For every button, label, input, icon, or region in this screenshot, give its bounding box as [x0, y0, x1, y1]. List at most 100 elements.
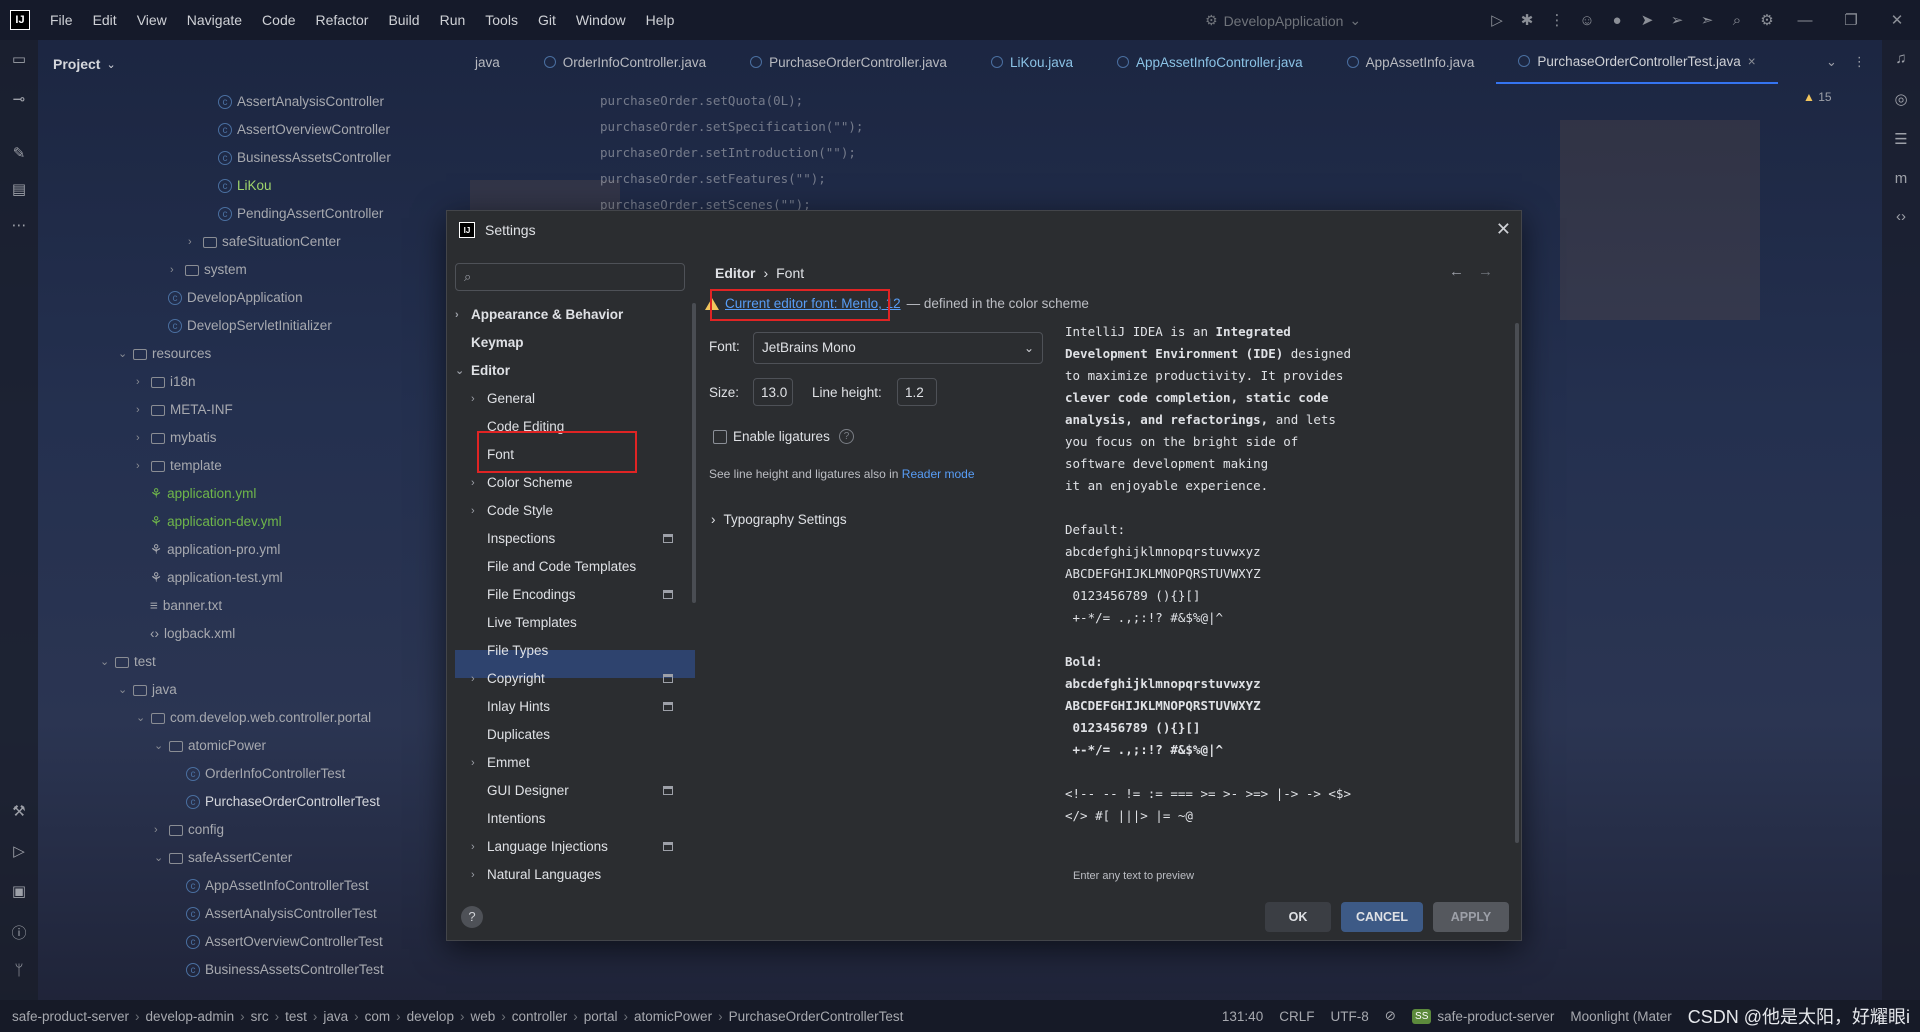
- caret-position[interactable]: 131:40: [1222, 1009, 1263, 1024]
- menu-view[interactable]: View: [137, 12, 167, 28]
- intellij-logo-icon[interactable]: IJ: [10, 10, 30, 30]
- breadcrumb-item[interactable]: safe-product-server: [12, 1009, 129, 1024]
- breadcrumb-item[interactable]: portal: [584, 1009, 618, 1024]
- database-icon[interactable]: ☰: [1891, 130, 1911, 150]
- tree-item[interactable]: c BusinessAssetsControllerTest: [186, 956, 384, 984]
- breadcrumb-item[interactable]: test: [285, 1009, 307, 1024]
- breadcrumb-item[interactable]: develop: [407, 1009, 454, 1024]
- nav-inlay-hints[interactable]: Inlay Hints: [487, 693, 707, 721]
- code-with-me-icon[interactable]: ‹›: [1891, 208, 1911, 228]
- line-height-input[interactable]: [897, 378, 937, 406]
- breadcrumb-item[interactable]: atomicPower: [634, 1009, 712, 1024]
- tree-item[interactable]: c LiKou: [218, 172, 272, 200]
- apply-button[interactable]: APPLY: [1433, 902, 1509, 932]
- tree-item[interactable]: ⚘ application.yml: [150, 480, 256, 508]
- tree-item[interactable]: c AssertAnalysisController: [218, 88, 384, 116]
- nav-natural-languages[interactable]: › Natural Languages: [471, 861, 601, 889]
- tree-item[interactable]: c PurchaseOrderControllerTest: [186, 788, 380, 816]
- tree-item[interactable]: ⚘ application-pro.yml: [150, 536, 280, 564]
- problems-icon[interactable]: ⓘ: [9, 922, 29, 942]
- nav-color-scheme[interactable]: › Color Scheme: [471, 469, 573, 497]
- project-name[interactable]: safe-product-server: [1437, 1009, 1554, 1024]
- run-config-selector[interactable]: ⚙ DevelopApplication ⌄: [1205, 12, 1361, 29]
- help-button[interactable]: ?: [461, 906, 483, 928]
- font-preview[interactable]: IntelliJ IDEA is an Integrated Developme…: [1057, 321, 1517, 896]
- tree-item[interactable]: c AssertOverviewControllerTest: [186, 928, 383, 956]
- size-input[interactable]: [753, 378, 793, 406]
- help-icon[interactable]: ?: [839, 429, 854, 444]
- breadcrumb-item[interactable]: com: [365, 1009, 391, 1024]
- menu-edit[interactable]: Edit: [93, 12, 117, 28]
- tree-item[interactable]: c AssertOverviewController: [218, 116, 390, 144]
- commit-icon[interactable]: ⊸: [9, 90, 29, 110]
- breadcrumb-parent[interactable]: Editor: [715, 265, 755, 281]
- readonly-icon[interactable]: ⊘: [1385, 1008, 1396, 1024]
- menu-tools[interactable]: Tools: [485, 12, 518, 28]
- nav-general[interactable]: › General: [471, 385, 535, 413]
- tree-item[interactable]: ⌄ resources: [118, 340, 211, 368]
- tree-item[interactable]: ⌄ atomicPower: [154, 732, 266, 760]
- run-icon[interactable]: ▷: [1482, 11, 1512, 29]
- send-disabled-icon[interactable]: ➣: [1692, 11, 1722, 29]
- tree-item[interactable]: ⌄ com.develop.web.controller.portal: [136, 704, 371, 732]
- debug-icon[interactable]: ✱: [1512, 11, 1542, 29]
- back-arrow-icon[interactable]: ←: [1449, 263, 1464, 280]
- tab-orderinfocontroller[interactable]: OrderInfoController.java: [522, 40, 728, 84]
- nav-code-style[interactable]: › Code Style: [471, 497, 553, 525]
- tree-item[interactable]: › template: [136, 452, 222, 480]
- tree-item[interactable]: › config: [154, 816, 224, 844]
- code-editor[interactable]: purchaseOrder.setQuota(0L); purchaseOrde…: [600, 88, 1400, 218]
- tree-item[interactable]: › safeSituationCenter: [188, 228, 341, 256]
- tree-item[interactable]: › system: [170, 256, 247, 284]
- tab-likou[interactable]: LiKou.java: [969, 40, 1095, 84]
- nav-file-types[interactable]: File Types: [487, 637, 548, 665]
- nav-intentions[interactable]: Intentions: [487, 805, 546, 833]
- nav-duplicates[interactable]: Duplicates: [487, 721, 550, 749]
- tree-item[interactable]: c DevelopApplication: [168, 284, 303, 312]
- tree-item[interactable]: › i18n: [136, 368, 196, 396]
- cancel-button[interactable]: CANCEL: [1341, 902, 1423, 932]
- tree-item[interactable]: ⌄ safeAssertCenter: [154, 844, 292, 872]
- tree-item[interactable]: ⚘ application-dev.yml: [150, 508, 282, 536]
- nav-copyright[interactable]: › Copyright: [471, 665, 691, 693]
- menu-run[interactable]: Run: [440, 12, 466, 28]
- notifications-icon[interactable]: ♫: [1891, 50, 1911, 70]
- ai-assistant-icon[interactable]: ◎: [1891, 90, 1911, 110]
- chevron-down-icon[interactable]: ⌄: [1826, 54, 1837, 70]
- nav-inspections[interactable]: Inspections: [487, 525, 707, 553]
- structure-icon[interactable]: ▤: [9, 180, 29, 200]
- tree-item[interactable]: ‹› logback.xml: [150, 620, 235, 648]
- tree-item[interactable]: ≡ banner.txt: [150, 592, 222, 620]
- close-icon[interactable]: ×: [1748, 54, 1756, 69]
- send-icon[interactable]: ➤: [1632, 11, 1662, 29]
- nav-file-encodings[interactable]: File Encodings: [487, 581, 707, 609]
- project-panel-header[interactable]: Project ⌄: [38, 40, 448, 88]
- breadcrumb-item[interactable]: java: [323, 1009, 348, 1024]
- status-dot-icon[interactable]: ●: [1602, 12, 1632, 29]
- breadcrumb-item[interactable]: src: [251, 1009, 269, 1024]
- settings-search-input[interactable]: [484, 267, 679, 287]
- build-icon[interactable]: ⚒: [9, 802, 29, 822]
- tree-item[interactable]: c AssertAnalysisControllerTest: [186, 900, 377, 928]
- more-icon[interactable]: ⋮: [1853, 54, 1866, 70]
- tab-appassetinfo[interactable]: AppAssetInfo.java: [1325, 40, 1497, 84]
- line-separator[interactable]: CRLF: [1279, 1009, 1314, 1024]
- settings-icon[interactable]: ⚙: [1752, 11, 1782, 29]
- ok-button[interactable]: OK: [1265, 902, 1331, 932]
- minimize-icon[interactable]: —: [1782, 12, 1828, 29]
- nav-file-code-templates[interactable]: File and Code Templates: [487, 553, 636, 581]
- git-icon[interactable]: ᛘ: [9, 962, 29, 982]
- more-tools-icon[interactable]: ⋯: [9, 216, 29, 236]
- tab-purchaseordercontrollertest[interactable]: PurchaseOrderControllerTest.java ×: [1496, 40, 1778, 84]
- tree-item[interactable]: c PendingAssertController: [218, 200, 383, 228]
- breadcrumb-item[interactable]: develop-admin: [146, 1009, 235, 1024]
- tree-item[interactable]: › META-INF: [136, 396, 233, 424]
- menu-git[interactable]: Git: [538, 12, 556, 28]
- font-select[interactable]: JetBrains Mono ⌄: [753, 332, 1043, 364]
- breadcrumb-item[interactable]: controller: [512, 1009, 568, 1024]
- tree-item[interactable]: c DevelopServletInitializer: [168, 312, 332, 340]
- inspection-warning-count[interactable]: ▲ 15: [1803, 90, 1832, 104]
- terminal-icon[interactable]: ▣: [9, 882, 29, 902]
- more-icon[interactable]: ⋮: [1542, 11, 1572, 29]
- folder-icon[interactable]: ▭: [9, 50, 29, 70]
